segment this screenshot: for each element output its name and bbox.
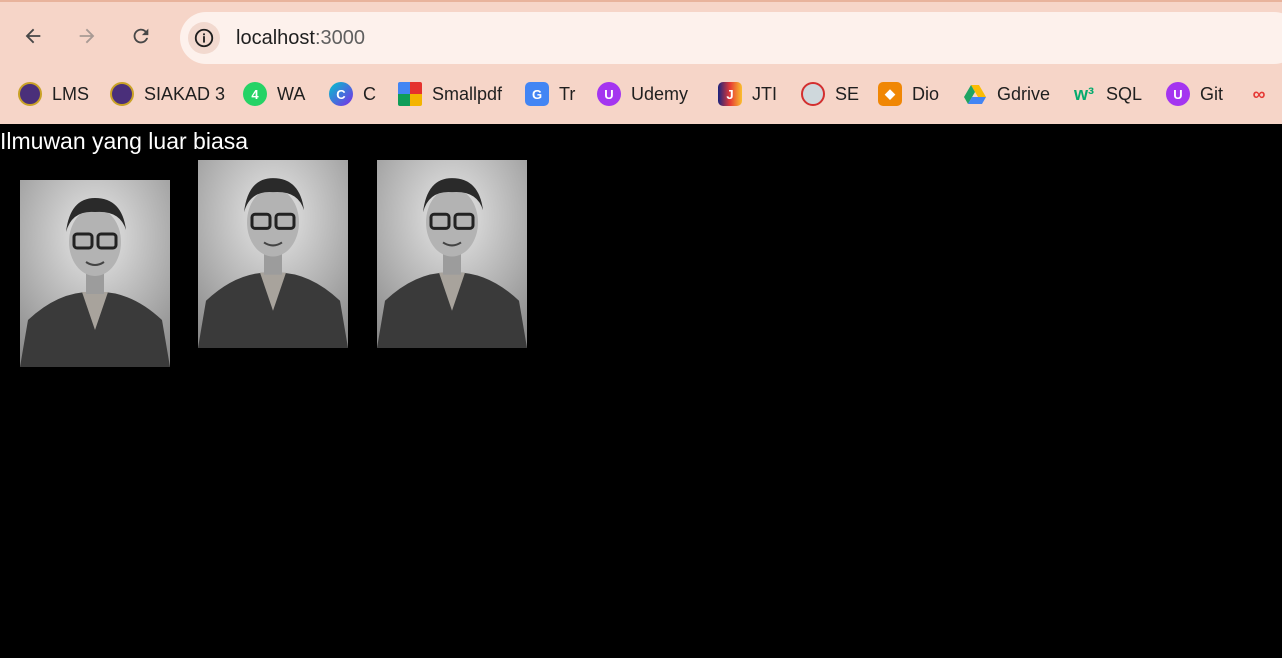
link-icon: ∞ <box>1252 83 1266 104</box>
se-icon <box>801 82 825 106</box>
university-seal-icon <box>110 82 134 106</box>
portrait-image <box>377 160 527 348</box>
bookmark-gdrive[interactable]: Gdrive <box>963 76 1050 112</box>
udemy-icon: U <box>1166 82 1190 106</box>
translate-icon: G <box>525 82 549 106</box>
canva-icon: C <box>329 82 353 106</box>
bookmark-overflow[interactable]: ∞ <box>1247 76 1281 112</box>
bookmark-se[interactable]: SE <box>801 76 859 112</box>
bookmark-git[interactable]: U Git <box>1166 76 1223 112</box>
bookmark-jti[interactable]: J JTI <box>718 76 777 112</box>
page-title: Ilmuwan yang luar biasa <box>0 128 249 154</box>
portrait-image <box>20 180 170 367</box>
forward-button[interactable] <box>69 18 105 54</box>
scientist-photo <box>377 160 527 348</box>
url-text[interactable]: localhost:3000 <box>236 27 365 50</box>
arrow-right-icon <box>79 28 95 44</box>
portrait-image <box>198 160 348 348</box>
whatsapp-icon: 4 <box>243 82 267 106</box>
bookmark-smallpdf[interactable]: Smallpdf <box>398 76 502 112</box>
scientist-photo <box>198 160 348 348</box>
bookmarks-bar: LMS SIAKAD 3 4 WA C C Smallpdf G Tr U Ud… <box>0 76 1282 112</box>
jti-icon: J <box>718 82 742 106</box>
reload-icon <box>133 28 149 44</box>
bookmark-siakad[interactable]: SIAKAD 3 <box>110 76 225 112</box>
reload-button[interactable] <box>123 18 159 54</box>
bookmark-udemy[interactable]: U Udemy <box>597 76 688 112</box>
bookmark-sql[interactable]: w³ SQL <box>1072 76 1142 112</box>
browser-toolbar: localhost:3000 <box>0 4 1282 72</box>
site-info-icon[interactable] <box>188 22 220 54</box>
udemy-icon: U <box>597 82 621 106</box>
arrow-left-icon <box>25 28 41 44</box>
university-seal-icon <box>18 82 42 106</box>
bookmark-dio[interactable]: ◆ Dio <box>878 76 939 112</box>
bookmark-wa[interactable]: 4 WA <box>243 76 305 112</box>
bookmark-c[interactable]: C C <box>329 76 376 112</box>
diagrams-icon: ◆ <box>878 82 902 106</box>
browser-chrome: localhost:3000 LMS SIAKAD 3 4 WA C C Sma… <box>0 0 1282 124</box>
bookmark-tr[interactable]: G Tr <box>525 76 575 112</box>
back-button[interactable] <box>15 18 51 54</box>
google-drive-icon <box>963 82 987 106</box>
scientist-photo <box>20 180 170 367</box>
w3schools-icon: w³ <box>1074 83 1094 104</box>
smallpdf-icon <box>398 82 422 106</box>
bookmark-lms[interactable]: LMS <box>18 76 89 112</box>
address-bar[interactable]: localhost:3000 <box>180 12 1282 64</box>
